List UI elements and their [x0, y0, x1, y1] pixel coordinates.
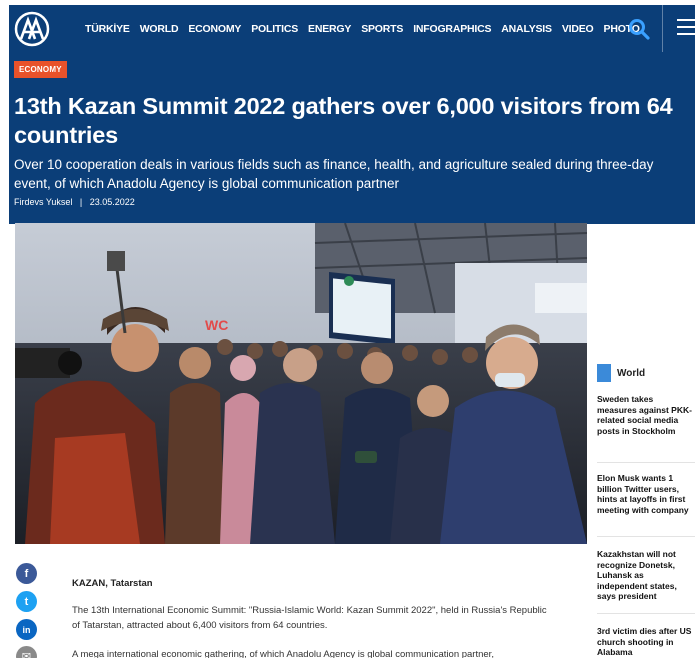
nav-item-analysis[interactable]: ANALYSIS: [501, 23, 552, 35]
nav-item-video[interactable]: VIDEO: [562, 23, 594, 35]
linkedin-icon: in: [22, 624, 31, 635]
sidebar-flag-icon: [597, 364, 611, 382]
sidebar-news-item[interactable]: Sweden takes measures against PKK-relate…: [597, 394, 695, 436]
sidebar-divider: [597, 462, 695, 463]
twitter-icon: t: [24, 595, 29, 608]
nav-item-politics[interactable]: POLITICS: [251, 23, 298, 35]
author-name[interactable]: Firdevs Yuksel: [14, 197, 72, 207]
sidebar-news-item[interactable]: Elon Musk wants 1 billion Twitter users,…: [597, 473, 695, 515]
category-badge[interactable]: ECONOMY: [14, 61, 67, 78]
nav-divider: [662, 5, 663, 52]
sidebar-news-item[interactable]: 3rd victim dies after US church shooting…: [597, 626, 695, 658]
nav-item-economy[interactable]: ECONOMY: [188, 23, 241, 35]
nav-item-energy[interactable]: ENERGY: [308, 23, 351, 35]
email-icon: ✉: [21, 651, 32, 658]
sidebar-divider: [597, 536, 695, 537]
aa-logo[interactable]: [14, 11, 50, 47]
sidebar-divider: [597, 613, 695, 614]
publish-date: 23.05.2022: [89, 197, 135, 207]
article-paragraph: A mega international economic gathering,…: [72, 649, 494, 658]
byline: Firdevs Yuksel | 23.05.2022: [14, 197, 135, 207]
email-share-button[interactable]: ✉: [16, 646, 37, 658]
sidebar-header: World: [597, 363, 645, 383]
wc-sign: WC: [205, 317, 228, 333]
hamburger-menu-icon[interactable]: [677, 19, 695, 37]
article-title: 13th Kazan Summit 2022 gathers over 6,00…: [14, 93, 673, 148]
nav-item-world[interactable]: WORLD: [140, 23, 179, 35]
sidebar-title[interactable]: World: [617, 368, 645, 379]
article-header: ECONOMY 13th Kazan Summit 2022 gathers o…: [9, 52, 695, 224]
main-nav: TÜRKİYE WORLD ECONOMY POLITICS ENERGY SP…: [85, 5, 650, 52]
byline-separator: |: [79, 197, 83, 207]
nav-item-infographics[interactable]: INFOGRAPHICS: [413, 23, 491, 35]
sidebar-news-item[interactable]: Kazakhstan will not recognize Donetsk, L…: [597, 549, 695, 602]
facebook-share-button[interactable]: f: [16, 563, 37, 584]
summit-photo-illustration: WC: [15, 223, 587, 544]
related-news-sidebar: World Sweden takes measures against PKK-…: [597, 347, 695, 658]
facebook-icon: f: [24, 567, 29, 580]
top-navbar: TÜRKİYE WORLD ECONOMY POLITICS ENERGY SP…: [9, 5, 695, 52]
article-photo: WC: [15, 223, 587, 544]
linkedin-share-button[interactable]: in: [16, 619, 37, 640]
nav-item-sports[interactable]: SPORTS: [361, 23, 403, 35]
nav-item-turkiye[interactable]: TÜRKİYE: [85, 23, 130, 35]
search-icon[interactable]: [627, 17, 651, 41]
article-paragraph: The 13th International Economic Summit: …: [72, 605, 547, 631]
article-subtitle: Over 10 cooperation deals in various fie…: [14, 157, 654, 191]
article-dateline: KAZAN, Tatarstan: [72, 578, 153, 589]
twitter-share-button[interactable]: t: [16, 591, 37, 612]
